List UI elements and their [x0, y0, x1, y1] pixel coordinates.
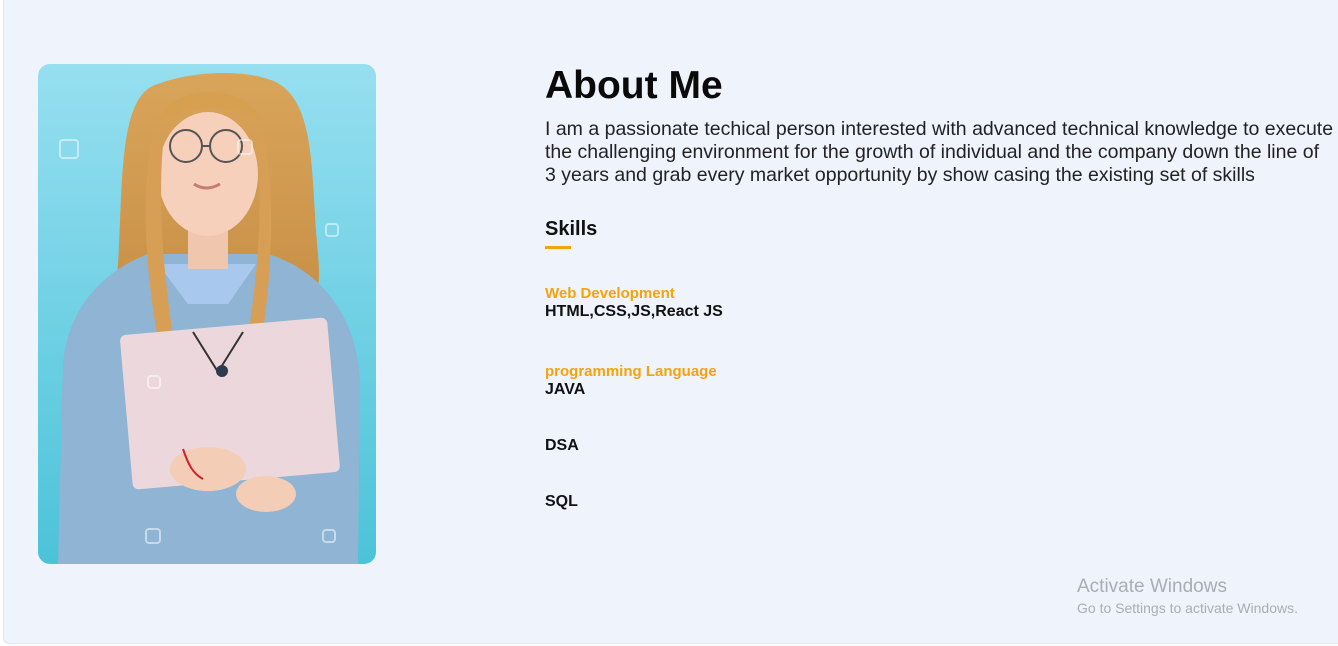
watermark-title: Activate Windows [1077, 576, 1227, 597]
skills-underline [545, 246, 571, 249]
skills-heading: Skills [545, 218, 598, 240]
skill-category: Web Development [545, 285, 675, 302]
about-content: About Me I am a passionate techical pers… [545, 62, 1335, 511]
skill-item: JAVA [545, 381, 586, 398]
skill-group-web-development: Web Development HTML,CSS,JS,React JS [545, 285, 1335, 321]
skill-item: HTML,CSS,JS,React JS [545, 303, 723, 320]
skill-item: SQL [545, 493, 578, 510]
skill-group-programming-language: programming Language JAVA DSA SQL [545, 363, 1335, 511]
profile-photo [38, 64, 376, 564]
about-title: About Me [545, 64, 723, 107]
about-section: About Me I am a passionate techical pers… [3, 0, 1338, 644]
watermark-subtitle: Go to Settings to activate Windows. [1077, 600, 1298, 616]
about-description: I am a passionate techical person intere… [545, 118, 1334, 186]
activate-windows-watermark: Activate Windows Go to Settings to activ… [1077, 576, 1298, 617]
skill-category: programming Language [545, 363, 717, 380]
skill-item: DSA [545, 437, 579, 454]
